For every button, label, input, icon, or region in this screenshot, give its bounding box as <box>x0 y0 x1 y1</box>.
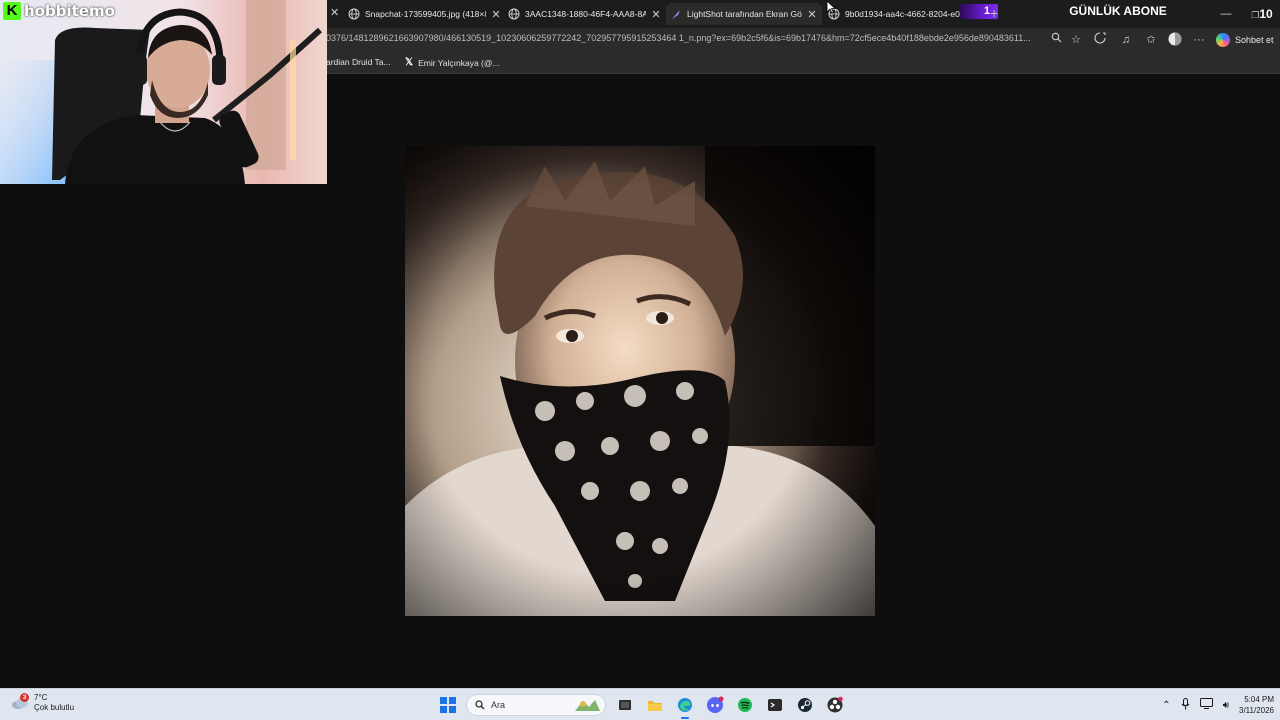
folder-icon[interactable] <box>644 694 666 716</box>
restore-icon[interactable]: ❐10 <box>1244 7 1280 21</box>
discord-icon[interactable] <box>704 694 726 716</box>
webcam-overlay: K hobbitemo <box>0 0 327 184</box>
search-placeholder: Ara <box>491 700 506 710</box>
address-bar[interactable]: 0376/1481289621663907980/466130519_10230… <box>326 33 1046 43</box>
window-controls: — ❐10 <box>1208 0 1280 28</box>
search-icon <box>475 700 485 710</box>
profile-avatar[interactable] <box>1167 32 1183 48</box>
tab-title: Snapchat-173599405.jpg (418×85 <box>365 9 486 19</box>
globe-icon <box>348 8 360 20</box>
mouse-cursor-icon <box>826 0 836 14</box>
favorite-star-icon[interactable]: ☆ <box>1068 32 1084 48</box>
windows-start-icon[interactable] <box>438 695 458 715</box>
close-icon[interactable]: ✕ <box>650 8 662 21</box>
obs-icon[interactable] <box>824 694 846 716</box>
bookmark-label: ardian Druid Ta... <box>326 57 391 67</box>
system-tray: ⌃ 🔊︎ 5:04 PM 3/11/2026 <box>1162 693 1274 717</box>
taskbar-apps: Ara <box>438 693 846 719</box>
zoom-icon[interactable] <box>1048 32 1064 48</box>
tab-snapchat-image[interactable]: Snapchat-173599405.jpg (418×85 ✕ <box>348 3 502 25</box>
bookmark-item[interactable]: ardian Druid Ta... <box>326 57 391 67</box>
spotify-icon[interactable] <box>734 694 756 716</box>
chevron-up-icon[interactable]: ⌃ <box>1162 700 1170 711</box>
volume-icon[interactable]: 🔊︎ <box>1223 700 1229 711</box>
close-icon[interactable]: ✕ <box>490 8 502 21</box>
copilot-label: Sohbet et <box>1235 35 1274 45</box>
new-tab-icon[interactable]: + <box>990 5 998 21</box>
network-icon[interactable] <box>1199 698 1213 712</box>
stream-overlay-label: GÜNLÜK ABONE <box>1069 4 1167 18</box>
portrait-photo <box>405 146 875 616</box>
weather-desc: Çok bulutlu <box>34 703 75 712</box>
copilot-button[interactable]: Sohbet et <box>1216 33 1274 47</box>
tab-title: 9b0d1934-aa4c-4662-8204-e01c <box>845 9 960 19</box>
tab-image-3aac[interactable]: 3AAC1348-1880-46F4-AAA8-8A8 ✕ <box>508 3 662 25</box>
streamer-brand: K hobbitemo <box>3 2 115 20</box>
weather-temp: 7°C <box>34 693 48 702</box>
close-icon[interactable]: ✕ <box>330 6 339 19</box>
tab-title: LightShot tarafından Ekran Görünt <box>687 9 802 19</box>
webcam-feed <box>0 0 327 184</box>
minimize-icon[interactable]: — <box>1208 8 1244 20</box>
media-icon[interactable]: ♫ <box>1118 32 1134 48</box>
lightshot-feather-icon <box>672 10 680 19</box>
terminal-icon[interactable] <box>764 694 786 716</box>
search-highlight-icon <box>575 700 600 711</box>
overlay-counter: 10 <box>1259 7 1273 21</box>
weather-alert-badge: 3 <box>20 693 29 702</box>
microphone-icon[interactable] <box>1181 697 1190 713</box>
viewed-image[interactable] <box>405 146 875 616</box>
clock-date: 3/11/2026 <box>1239 706 1274 715</box>
edge-icon[interactable] <box>674 694 696 719</box>
close-icon[interactable]: ✕ <box>806 8 818 21</box>
cloud-icon: 3 <box>10 693 30 711</box>
clock[interactable]: 5:04 PM 3/11/2026 <box>1239 694 1274 716</box>
windows-taskbar: 3 7°C Çok bulutlu Ara ⌃ 🔊︎ 5:04 PM 3/11/… <box>0 688 1280 720</box>
tab-title: 3AAC1348-1880-46F4-AAA8-8A8 <box>525 9 646 19</box>
clock-time: 5:04 PM <box>1244 695 1274 704</box>
copilot-icon <box>1216 33 1230 47</box>
favorites-icon[interactable]: ✩ <box>1143 32 1159 48</box>
x-logo-icon: 𝕏 <box>405 57 414 68</box>
task-view-icon[interactable] <box>614 694 636 716</box>
screen: ✕ Snapchat-173599405.jpg (418×85 ✕ 3AAC1… <box>0 0 1280 720</box>
bookmark-item[interactable]: 𝕏 Emir Yalçınkaya (@... <box>405 57 500 68</box>
taskbar-search[interactable]: Ara <box>466 694 606 716</box>
globe-icon <box>508 8 520 20</box>
kick-logo-icon: K <box>3 2 21 20</box>
bookmark-label: Emir Yalçınkaya (@... <box>418 57 500 68</box>
more-menu-icon[interactable]: ··· <box>1191 32 1207 48</box>
tab-lightshot[interactable]: LightShot tarafından Ekran Görünt ✕ <box>666 3 822 25</box>
steam-icon[interactable] <box>794 694 816 716</box>
streamer-name: hobbitemo <box>24 2 115 20</box>
weather-widget[interactable]: 3 7°C Çok bulutlu <box>10 693 74 713</box>
tab-image-9b0d[interactable]: 9b0d1934-aa4c-4662-8204-e01c <box>828 3 960 25</box>
extensions-icon[interactable] <box>1092 32 1108 48</box>
